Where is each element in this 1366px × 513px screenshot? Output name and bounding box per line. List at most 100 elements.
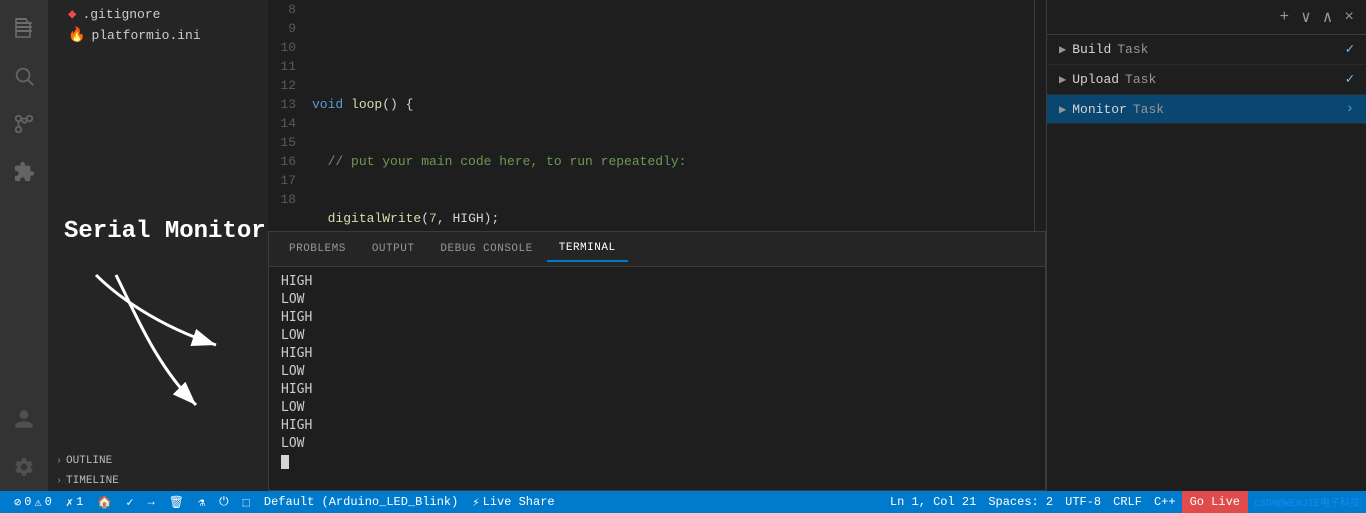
files-activity-icon[interactable]: [0, 4, 48, 52]
status-left: ⊘ 0 ⚠ 0 ✗ 1 🏠 ✓ → 🗑 ⚗ ⏻ ⬚ Defa: [0, 491, 569, 513]
warning-count: 0: [45, 495, 52, 509]
liveshare-icon: ⚡: [472, 495, 479, 510]
app-container: ◆ .gitignore 🔥 platformio.ini Serial Mon…: [0, 0, 1366, 491]
liveshare-label: Live Share: [483, 495, 555, 509]
tools-count: 1: [76, 495, 83, 509]
code-editor: 8 9 10 11 12 13 14 15 16 17 18 void loop…: [268, 0, 1046, 231]
spaces-label: Spaces: 2: [988, 495, 1053, 509]
error-icon: ⊘: [14, 495, 21, 510]
trash-icon: 🗑: [169, 495, 184, 510]
task-monitor-name: Monitor: [1072, 102, 1127, 117]
settings-activity-icon[interactable]: [0, 443, 48, 491]
terminal-cursor: [281, 455, 289, 469]
tasks-header: + ∨ ∧ ×: [1047, 0, 1366, 35]
serial-monitor-label: Serial Monitor: [56, 206, 260, 257]
task-monitor-run-icon: ▶: [1059, 102, 1066, 117]
warning-icon: ⚠: [34, 495, 41, 510]
arrow-right-icon: →: [148, 495, 155, 509]
code-content[interactable]: void loop() { // put your main code here…: [304, 0, 1034, 231]
project-name: Default (Arduino_LED_Blink): [264, 495, 458, 509]
tasks-panel: + ∨ ∧ × ▶ Build Task ✓ ▶ Upload Task ✓: [1046, 0, 1366, 491]
position-label: Ln 1, Col 21: [890, 495, 976, 509]
status-home[interactable]: 🏠: [91, 491, 118, 513]
task-upload-run-icon: ▶: [1059, 72, 1066, 87]
extensions-activity-icon[interactable]: [0, 148, 48, 196]
status-language[interactable]: C++: [1148, 491, 1182, 513]
tab-output[interactable]: OUTPUT: [360, 237, 427, 261]
status-golive[interactable]: Go Live: [1182, 491, 1248, 513]
editor-area: 8 9 10 11 12 13 14 15 16 17 18 void loop…: [268, 0, 1046, 491]
status-check[interactable]: ✓: [120, 491, 139, 513]
status-right: Ln 1, Col 21 Spaces: 2 UTF-8 CRLF C++ Go…: [884, 491, 1366, 513]
terminal-content[interactable]: HIGH LOW HIGH LOW HIGH LOW HIGH LOW HIGH…: [269, 267, 1045, 490]
task-monitor-type: Task: [1133, 102, 1164, 117]
check-icon: ✓: [126, 495, 133, 510]
task-run-icon: ▶: [1059, 42, 1066, 57]
tasks-split-button[interactable]: ∨: [1297, 5, 1315, 29]
task-monitor-left: ▶ Monitor Task: [1059, 102, 1164, 117]
task-build[interactable]: ▶ Build Task ✓: [1047, 35, 1366, 65]
account-activity-icon[interactable]: [0, 395, 48, 443]
status-bar: ⊘ 0 ⚠ 0 ✗ 1 🏠 ✓ → 🗑 ⚗ ⏻ ⬚ Defa: [0, 491, 1366, 513]
terminal-line: HIGH: [281, 381, 1033, 399]
timeline-label: TIMELINE: [66, 475, 119, 487]
status-position[interactable]: Ln 1, Col 21: [884, 491, 982, 513]
status-project[interactable]: Default (Arduino_LED_Blink): [258, 491, 464, 513]
status-flask[interactable]: ⚗: [192, 491, 211, 513]
home-icon: 🏠: [97, 495, 112, 510]
editor-scrollbar[interactable]: [1034, 0, 1046, 231]
file-explorer: ◆ .gitignore 🔥 platformio.ini: [48, 0, 268, 186]
status-spaces[interactable]: Spaces: 2: [982, 491, 1059, 513]
terminal-panel: PROBLEMS OUTPUT DEBUG CONSOLE TERMINAL H…: [268, 231, 1046, 491]
terminal-line: LOW: [281, 327, 1033, 345]
task-upload-left: ▶ Upload Task: [1059, 72, 1156, 87]
panel-tabs: PROBLEMS OUTPUT DEBUG CONSOLE TERMINAL: [269, 232, 1045, 267]
tab-problems[interactable]: PROBLEMS: [277, 237, 358, 261]
status-liveshare[interactable]: ⚡ Live Share: [466, 491, 560, 513]
file-item-gitignore[interactable]: ◆ .gitignore: [48, 4, 268, 25]
task-build-status: ✓: [1346, 41, 1354, 58]
terminal-line: LOW: [281, 363, 1033, 381]
task-upload-type: Task: [1125, 72, 1156, 87]
source-control-activity-icon[interactable]: [0, 100, 48, 148]
outline-section[interactable]: › OUTLINE: [48, 451, 268, 471]
terminal-line: HIGH: [281, 309, 1033, 327]
platformio-filename: platformio.ini: [91, 28, 200, 43]
tab-terminal[interactable]: TERMINAL: [547, 236, 628, 262]
language-label: C++: [1154, 495, 1176, 509]
status-plug[interactable]: ⏻: [213, 491, 235, 513]
file-item-platformio[interactable]: 🔥 platformio.ini: [48, 25, 268, 46]
outline-collapse-icon: ›: [56, 456, 62, 467]
status-errors[interactable]: ⊘ 0 ⚠ 0: [8, 491, 58, 513]
terminal-line: LOW: [281, 435, 1033, 453]
search-activity-icon[interactable]: [0, 52, 48, 100]
timeline-section[interactable]: › TIMELINE: [48, 471, 268, 491]
plug-icon: ⏻: [219, 495, 229, 509]
task-build-name: Build: [1072, 42, 1111, 57]
status-arrow[interactable]: →: [142, 491, 161, 513]
flask-icon: ⚗: [198, 495, 205, 510]
task-monitor[interactable]: ▶ Monitor Task ›: [1047, 95, 1366, 124]
status-eol[interactable]: CRLF: [1107, 491, 1148, 513]
status-trash[interactable]: 🗑: [163, 491, 190, 513]
encoding-label: UTF-8: [1065, 495, 1101, 509]
status-encoding[interactable]: UTF-8: [1059, 491, 1107, 513]
tab-debug-console[interactable]: DEBUG CONSOLE: [428, 237, 544, 261]
tasks-close-button[interactable]: ×: [1340, 6, 1358, 28]
tasks-add-button[interactable]: +: [1276, 6, 1294, 28]
activity-bar: [0, 0, 48, 491]
terminal-line: HIGH: [281, 273, 1033, 291]
serial-monitor-annotation: Serial Monitor: [48, 186, 268, 257]
sidebar-bottom: › OUTLINE › TIMELINE: [48, 451, 268, 491]
task-upload[interactable]: ▶ Upload Task ✓: [1047, 65, 1366, 95]
task-upload-status: ✓: [1346, 71, 1354, 88]
terminal-icon: ⬚: [243, 495, 250, 510]
status-tools[interactable]: ✗ 1: [60, 491, 89, 513]
gitignore-filename: .gitignore: [82, 7, 160, 22]
outline-label: OUTLINE: [66, 455, 112, 467]
arrow-annotation-area: [48, 257, 268, 451]
status-terminal-icon[interactable]: ⬚: [237, 491, 256, 513]
terminal-line: LOW: [281, 291, 1033, 309]
tasks-maximize-button[interactable]: ∧: [1319, 5, 1337, 29]
terminal-line: HIGH: [281, 417, 1033, 435]
